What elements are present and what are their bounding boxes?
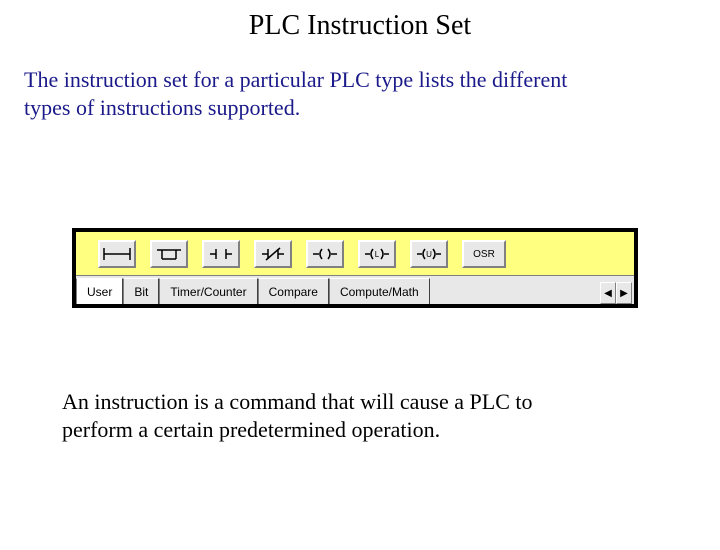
tab-user[interactable]: User: [76, 278, 123, 304]
osr-label: OSR: [473, 249, 495, 260]
svg-text:U: U: [426, 250, 432, 259]
otl-icon[interactable]: L: [358, 240, 396, 268]
xio-icon[interactable]: [254, 240, 292, 268]
tab-scroll-left-icon[interactable]: ◀: [600, 282, 616, 304]
tab-compare[interactable]: Compare: [258, 278, 329, 304]
toolbar-icon-row: L U OSR: [82, 240, 628, 268]
tab-scroll-right-icon[interactable]: ▶: [616, 282, 632, 304]
toolbar-tab-row: User Bit Timer/Counter Compare Compute/M…: [76, 275, 634, 304]
tab-compute-math[interactable]: Compute/Math: [329, 278, 430, 304]
rung-icon[interactable]: [98, 240, 136, 268]
footnote-text: An instruction is a command that will ca…: [62, 388, 602, 443]
osr-icon[interactable]: OSR: [462, 240, 506, 268]
tab-scroll-arrows: ◀ ▶: [600, 282, 634, 304]
toolbar-frame: L U OSR User Bit Timer/Counter Compare: [72, 228, 638, 308]
xic-icon[interactable]: [202, 240, 240, 268]
intro-text: The instruction set for a particular PLC…: [24, 66, 584, 121]
svg-text:L: L: [375, 250, 380, 259]
plc-toolbar: L U OSR User Bit Timer/Counter Compare: [72, 228, 638, 308]
page-title: PLC Instruction Set: [0, 10, 720, 42]
ote-icon[interactable]: [306, 240, 344, 268]
tab-bit[interactable]: Bit: [123, 278, 159, 304]
branch-icon[interactable]: [150, 240, 188, 268]
otu-icon[interactable]: U: [410, 240, 448, 268]
tab-timer-counter[interactable]: Timer/Counter: [159, 278, 257, 304]
